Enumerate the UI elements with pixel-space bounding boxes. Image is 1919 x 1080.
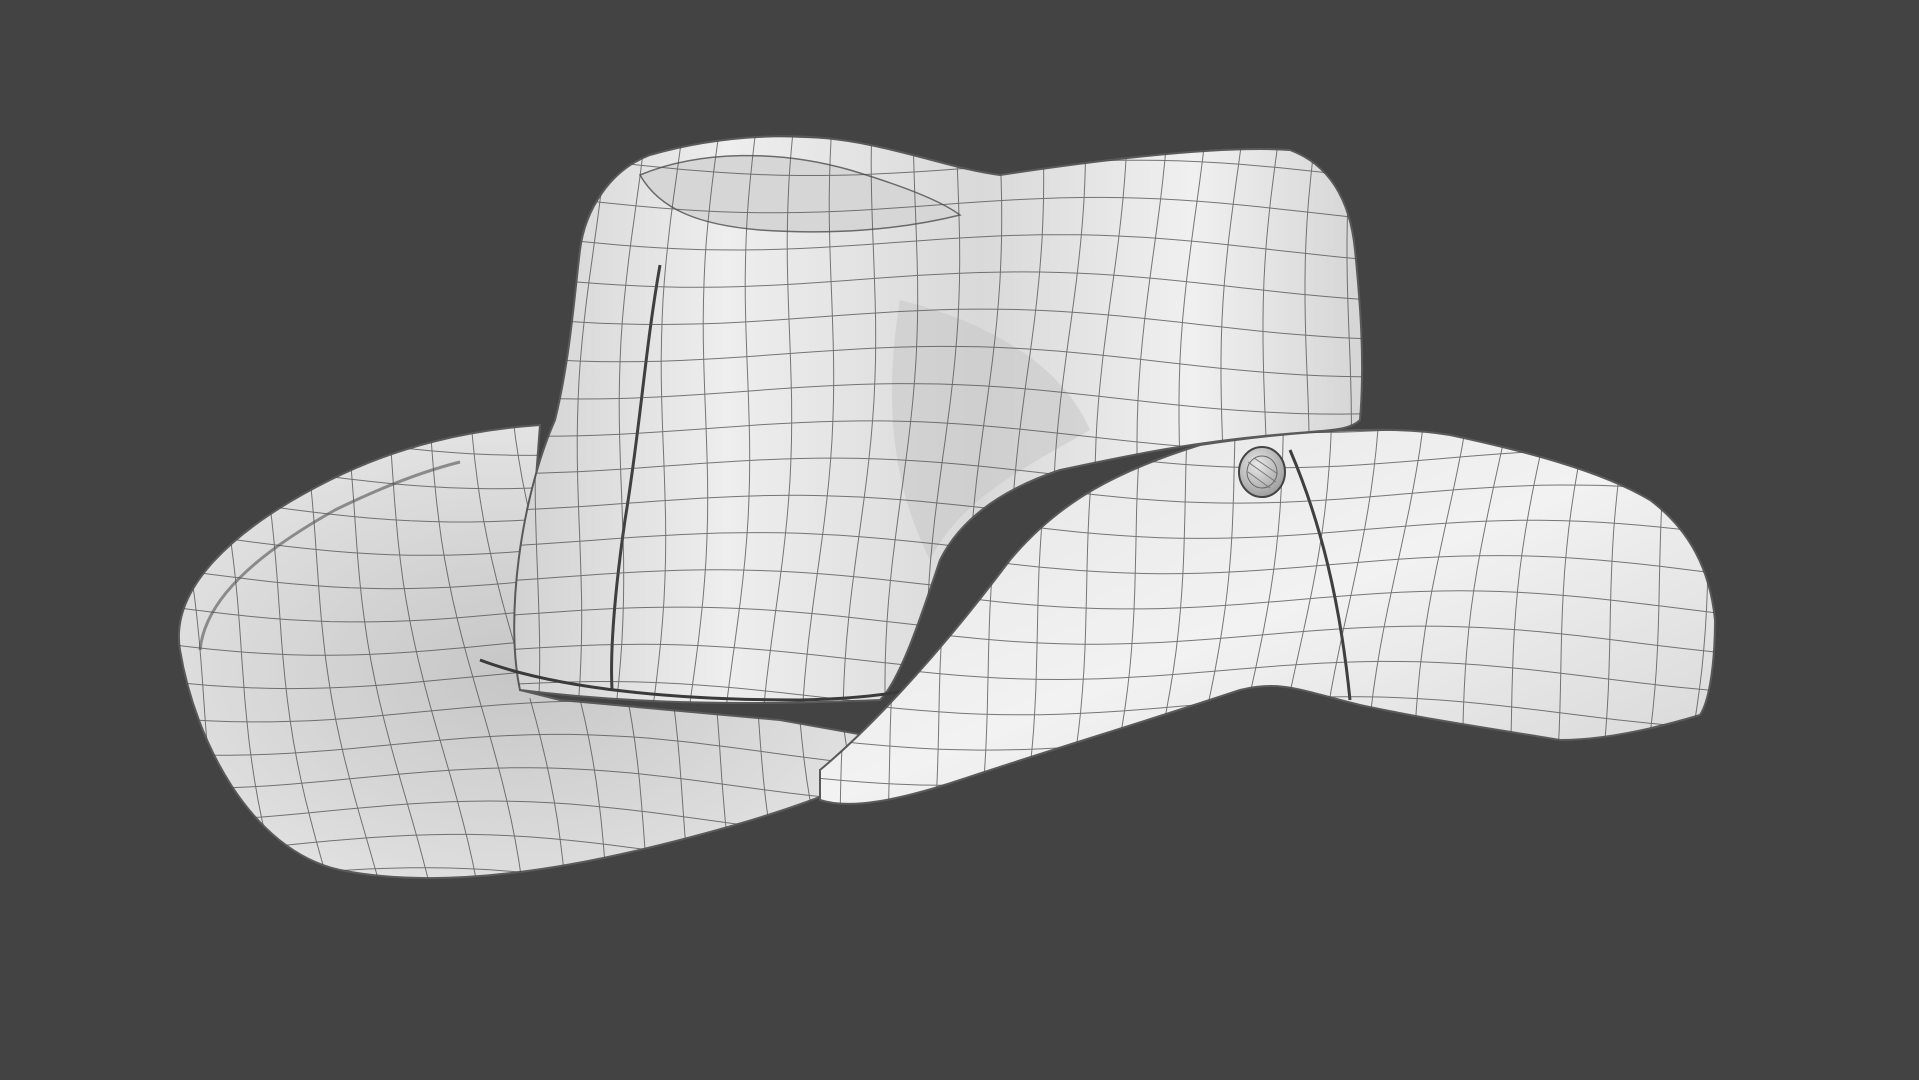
render-viewport <box>0 0 1919 1080</box>
button <box>1238 446 1286 498</box>
hat-render <box>177 135 1717 880</box>
